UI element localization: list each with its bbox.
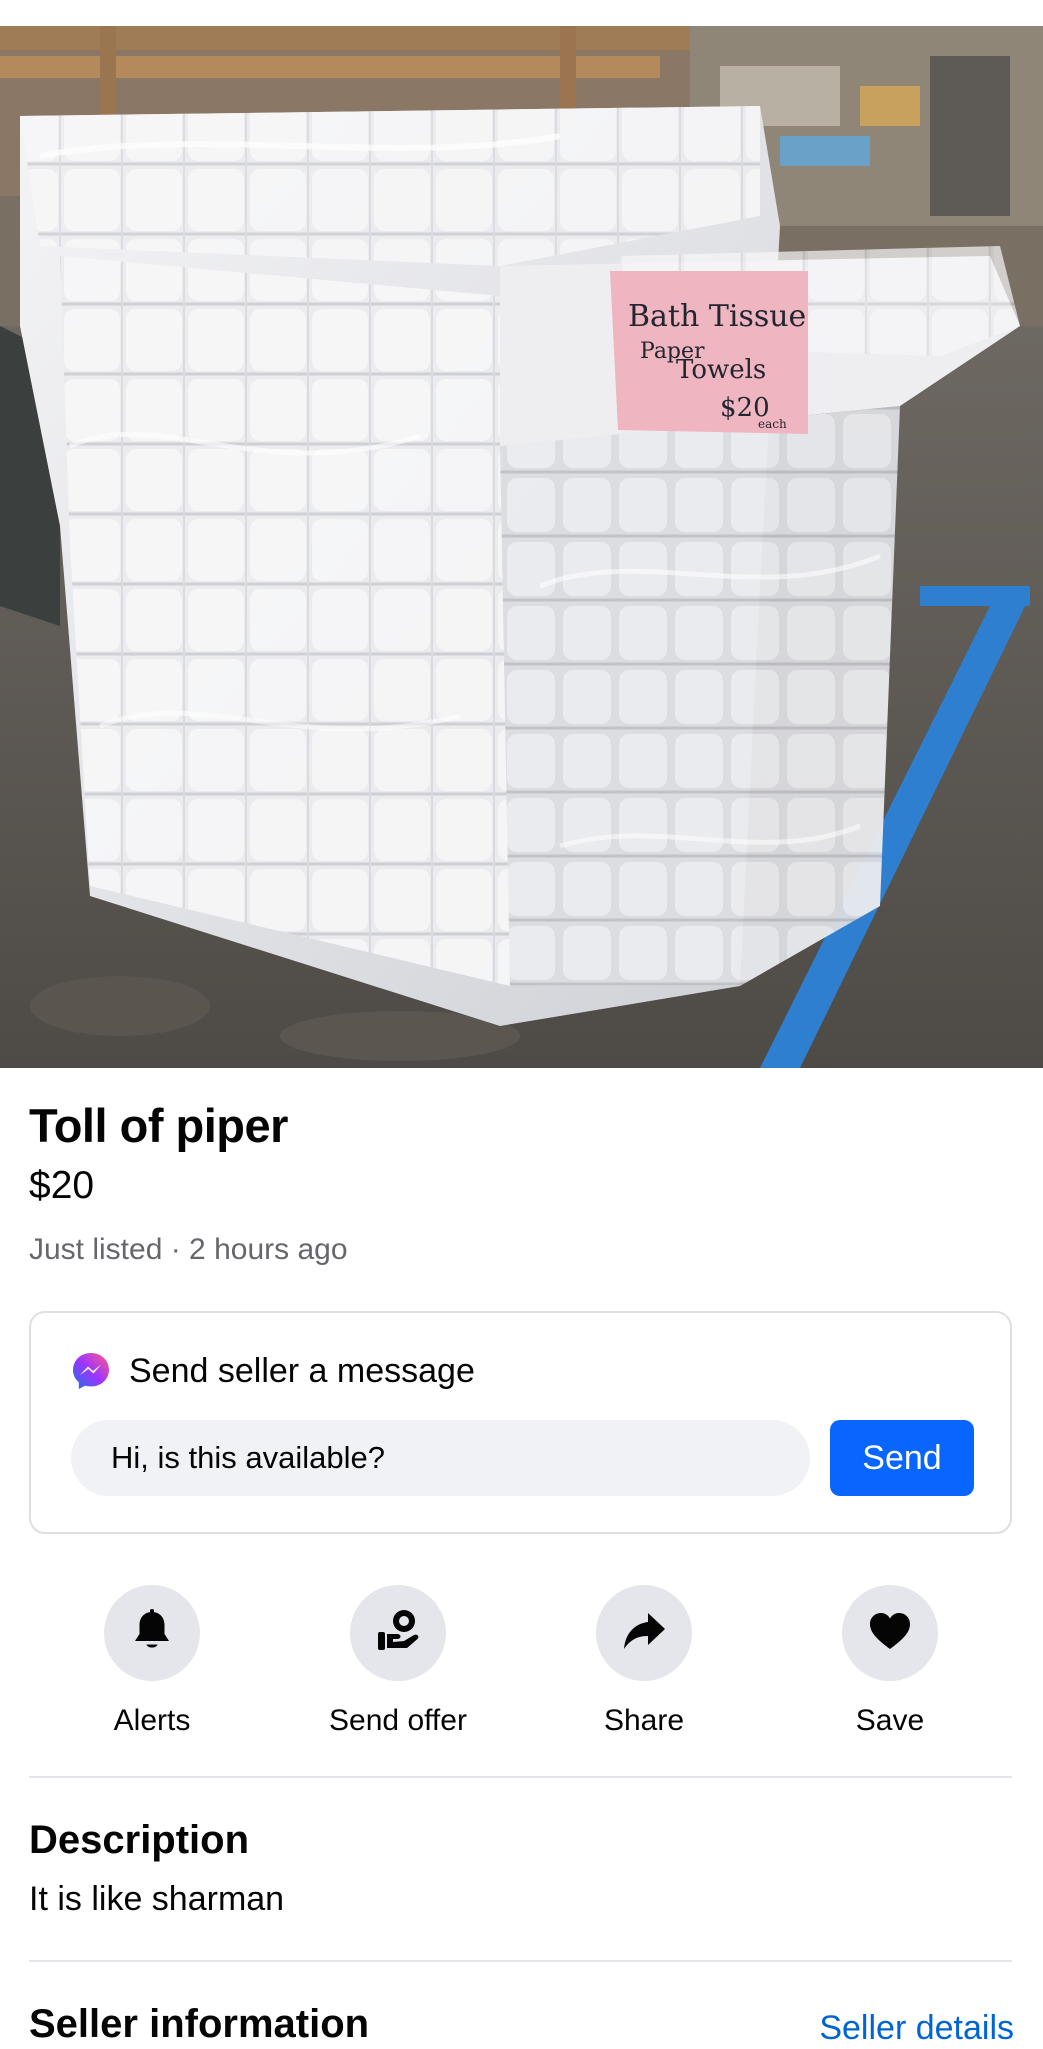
alerts-label: Alerts — [113, 1704, 191, 1737]
action-bar: Alerts Send offer Share Save — [0, 1585, 1043, 1745]
message-input[interactable] — [71, 1420, 810, 1496]
sign-line-5: each — [758, 417, 787, 431]
message-card: Send seller a message Send — [29, 1311, 1012, 1534]
messenger-icon — [71, 1351, 111, 1391]
alerts-button[interactable] — [104, 1585, 200, 1681]
sign-line-1: Bath Tissue — [628, 299, 806, 334]
heart-icon — [868, 1611, 912, 1656]
divider — [29, 1776, 1012, 1778]
listing-title: Toll of piper — [29, 1099, 288, 1152]
share-action[interactable]: Share — [544, 1585, 744, 1741]
price-sign: Bath Tissue Paper Towels $20 each — [610, 271, 808, 434]
description-text: It is like sharman — [29, 1880, 285, 1918]
seller-details-link[interactable]: Seller details — [819, 2007, 1014, 2049]
message-card-title: Send seller a message — [129, 1352, 475, 1390]
status-area — [0, 0, 1043, 26]
alerts-action[interactable]: Alerts — [52, 1585, 252, 1741]
description-heading: Description — [29, 1818, 250, 1862]
send-offer-action[interactable]: Send offer — [298, 1585, 498, 1741]
save-button[interactable] — [842, 1585, 938, 1681]
listing-photo-illustration: Bath Tissue Paper Towels $20 each — [0, 26, 1043, 1068]
message-card-header: Send seller a message — [71, 1351, 475, 1391]
send-offer-button[interactable] — [350, 1585, 446, 1681]
share-label: Share — [603, 1704, 685, 1737]
share-button[interactable] — [596, 1585, 692, 1681]
offer-icon — [374, 1608, 422, 1659]
sign-line-3: Towels — [676, 355, 766, 385]
listing-price: $20 — [29, 1164, 95, 1207]
listing-time: Just listed · 2 hours ago — [29, 1233, 348, 1266]
listing-photo[interactable]: Bath Tissue Paper Towels $20 each — [0, 26, 1043, 1068]
share-icon — [621, 1611, 667, 1656]
bell-icon — [131, 1608, 173, 1658]
send-button[interactable]: Send — [830, 1420, 974, 1496]
send-offer-label: Send offer — [329, 1704, 467, 1737]
divider — [29, 1960, 1012, 1962]
save-label: Save — [855, 1704, 925, 1737]
save-action[interactable]: Save — [790, 1585, 990, 1741]
seller-info-heading: Seller information — [29, 2002, 370, 2046]
